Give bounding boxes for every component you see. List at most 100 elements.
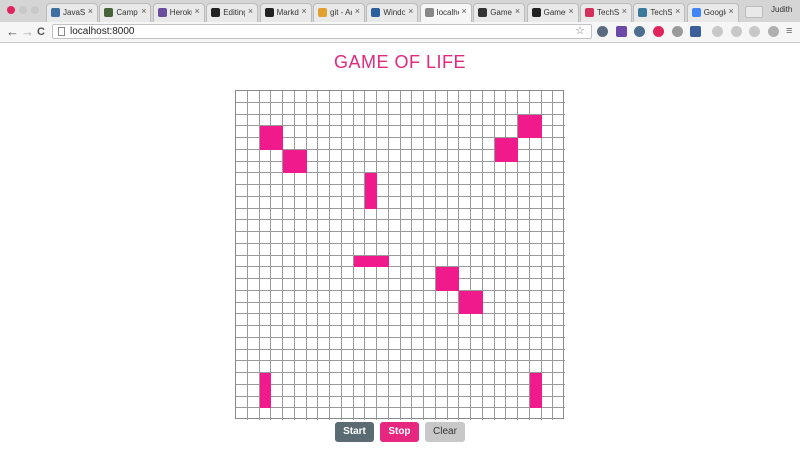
grid-cell[interactable] [400,243,413,256]
grid-cell[interactable] [400,91,413,103]
grid-cell[interactable] [388,384,401,397]
grid-cell[interactable] [518,232,530,244]
grid-cell[interactable] [247,114,260,127]
grid-cell[interactable] [400,255,413,268]
grid-cell[interactable] [353,314,366,326]
grid-cell[interactable] [259,173,272,185]
grid-cell[interactable] [330,126,342,138]
grid-cell[interactable] [236,161,248,174]
grid-cell-alive[interactable] [494,138,507,150]
grid-cell[interactable] [459,173,471,185]
grid-cell[interactable] [447,173,460,185]
tab-close-icon[interactable]: × [622,6,627,16]
grid-cell[interactable] [283,361,295,373]
grid-cell[interactable] [341,138,354,150]
grid-cell[interactable] [341,396,354,409]
grid-cell[interactable] [553,138,565,150]
grid-cell[interactable] [306,349,319,362]
grid-cell[interactable] [236,314,248,326]
grid-cell[interactable] [236,290,248,303]
grid-cell[interactable] [435,302,448,315]
grid-cell[interactable] [424,396,436,409]
grid-cell[interactable] [365,349,377,362]
grid-cell[interactable] [318,102,330,115]
grid-cell[interactable] [553,91,565,103]
grid-cell[interactable] [471,138,483,150]
grid-cell-alive[interactable] [518,114,530,127]
grid-cell[interactable] [424,337,436,350]
grid-cell-alive[interactable] [259,138,272,150]
grid-cell[interactable] [365,314,377,326]
grid-cell-alive[interactable] [529,114,542,127]
grid-cell[interactable] [529,349,542,362]
grid-cell[interactable] [330,361,342,373]
grid-cell[interactable] [471,126,483,138]
grid-cell[interactable] [471,196,483,209]
grid-cell[interactable] [388,255,401,268]
grid-cell[interactable] [424,208,436,221]
grid-cell[interactable] [283,185,295,197]
grid-cell[interactable] [260,408,272,420]
grid-cell[interactable] [306,361,319,373]
grid-cell[interactable] [377,138,389,150]
grid-cell[interactable] [306,373,319,385]
grid-cell[interactable] [471,102,483,115]
grid-cell[interactable] [377,279,389,291]
grid-cell[interactable] [377,302,389,315]
grid-cell[interactable] [271,208,283,221]
grid-cell[interactable] [294,185,307,197]
grid-cell[interactable] [353,349,366,362]
grid-cell[interactable] [247,149,260,162]
grid-cell[interactable] [482,138,495,150]
grid-cell-alive[interactable] [529,384,542,397]
grid-cell[interactable] [518,290,530,303]
grid-cell[interactable] [318,232,330,244]
grid-cell[interactable] [318,396,330,409]
grid-cell[interactable] [506,173,518,185]
grid-cell[interactable] [529,290,542,303]
grid-cell[interactable] [353,220,366,232]
grid-cell[interactable] [459,185,471,197]
grid-cell[interactable] [271,314,283,326]
grid-cell[interactable] [471,243,483,256]
grid-cell[interactable] [529,102,542,115]
grid-cell[interactable] [435,126,448,138]
grid-cell[interactable] [247,337,260,350]
grid-cell[interactable] [283,208,295,221]
grid-cell-alive[interactable] [377,255,389,268]
browser-tab[interactable]: Camper× [99,3,152,22]
browser-tab[interactable]: TechSh× [580,3,632,22]
grid-cell[interactable] [318,290,330,303]
extension-dropper-icon[interactable] [634,26,645,37]
grid-cell[interactable] [283,196,295,209]
grid-cell-alive[interactable] [283,149,295,162]
grid-cell[interactable] [341,349,354,362]
grid-cell[interactable] [388,161,401,174]
grid-cell[interactable] [471,384,483,397]
grid-cell[interactable] [412,337,424,350]
grid-cell[interactable] [388,267,401,279]
grid-cell[interactable] [541,149,554,162]
grid-cell[interactable] [471,267,483,279]
tab-close-icon[interactable]: × [408,6,413,16]
grid-cell[interactable] [271,220,283,232]
grid-cell[interactable] [471,396,483,409]
grid-cell[interactable] [435,384,448,397]
grid-cell[interactable] [259,208,272,221]
grid-cell[interactable] [318,243,330,256]
grid-cell[interactable] [353,114,366,127]
grid-cell[interactable] [353,173,366,185]
grid-cell[interactable] [412,126,424,138]
grid-cell[interactable] [341,302,354,315]
grid-cell[interactable] [459,114,471,127]
grid-cell[interactable] [541,91,554,103]
grid-cell[interactable] [553,303,565,315]
grid-cell[interactable] [271,173,283,185]
grid-cell[interactable] [330,302,342,315]
grid-cell[interactable] [247,279,260,291]
grid-cell[interactable] [388,302,401,315]
grid-cell[interactable] [306,326,319,338]
grid-cell[interactable] [518,361,530,373]
grid-cell[interactable] [518,243,530,256]
grid-cell[interactable] [306,114,319,127]
